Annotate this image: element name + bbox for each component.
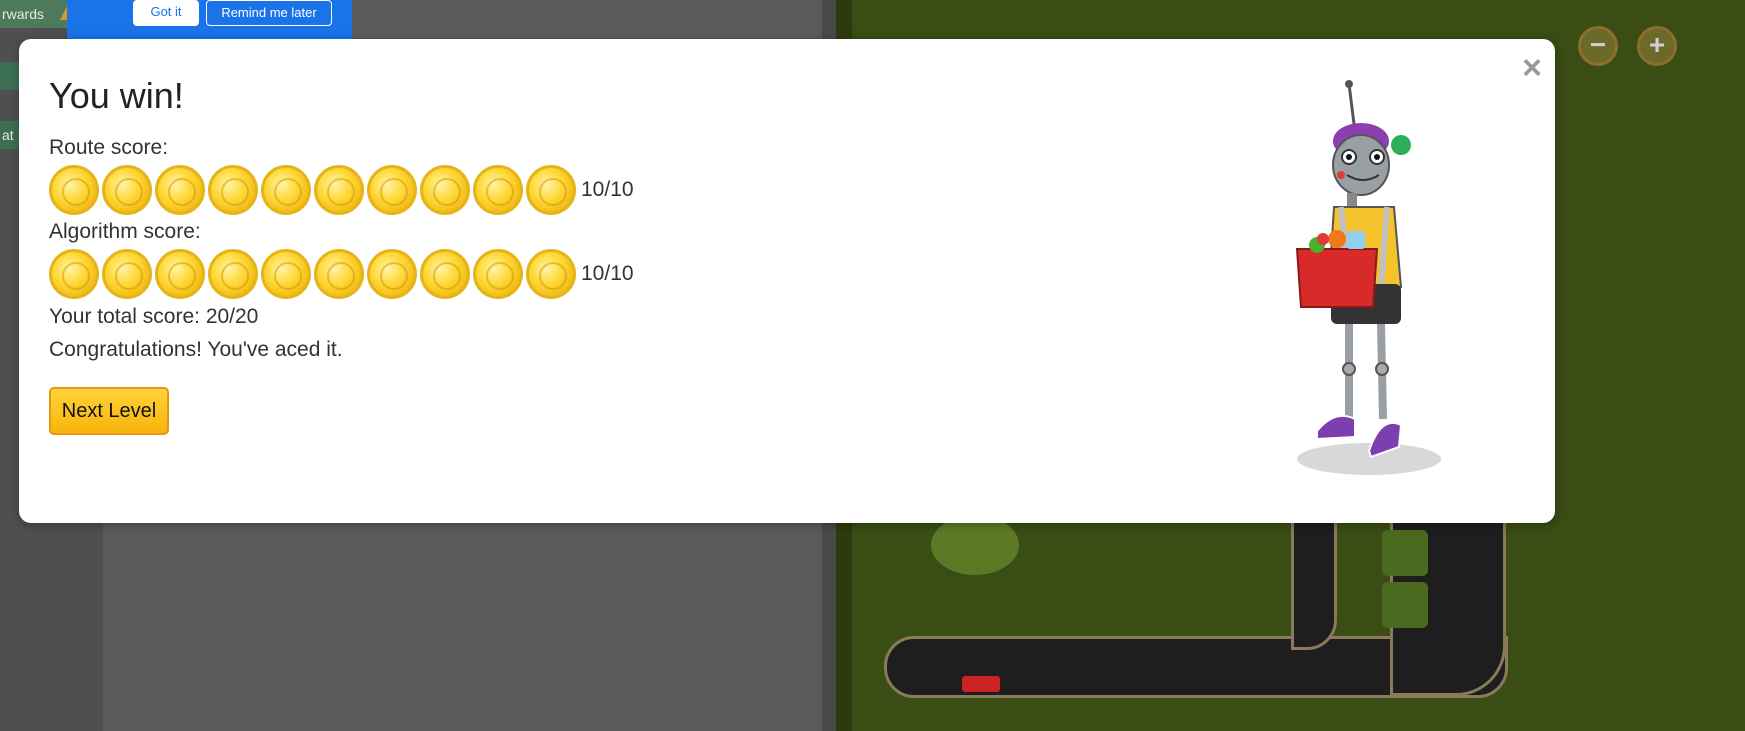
coin-icon <box>473 249 523 299</box>
got-it-button[interactable]: Got it <box>133 0 199 26</box>
congratulations-message: Congratulations! You've aced it. <box>49 338 343 361</box>
route-score-coins: 10/10 <box>49 164 634 216</box>
zoom-in-icon: + <box>1648 29 1666 60</box>
win-dialog: × You win! Route score: 10/10 Algorithm … <box>19 39 1555 523</box>
zoom-out-button[interactable]: − <box>1578 26 1618 66</box>
coin-icon <box>49 165 99 215</box>
route-score-label: Route score: <box>49 136 169 159</box>
coin-icon <box>261 165 311 215</box>
zoom-out-icon: − <box>1589 29 1607 60</box>
block-label: rwards <box>2 6 45 22</box>
route-score-value: 10/10 <box>581 178 634 201</box>
coin-icon <box>314 165 364 215</box>
next-level-button[interactable]: Next Level <box>49 387 169 435</box>
algorithm-score-label: Algorithm score: <box>49 220 201 243</box>
algorithm-score-value: 10/10 <box>581 262 634 285</box>
cookie-banner: Got it Remind me later <box>67 0 352 42</box>
coin-icon <box>102 165 152 215</box>
remind-me-later-button[interactable]: Remind me later <box>206 0 332 26</box>
total-score: Your total score: 20/20 <box>49 305 259 328</box>
close-icon[interactable]: × <box>1517 51 1547 85</box>
zoom-in-button[interactable]: + <box>1637 26 1677 66</box>
algorithm-score-coins: 10/10 <box>49 248 634 300</box>
tree <box>931 515 1019 575</box>
coin-icon <box>526 165 576 215</box>
coin-icon <box>526 249 576 299</box>
coin-icon <box>49 249 99 299</box>
coin-icon <box>208 249 258 299</box>
coin-icon <box>155 165 205 215</box>
coin-icon <box>420 249 470 299</box>
coin-icon <box>155 249 205 299</box>
coin-icon <box>420 165 470 215</box>
coin-icon <box>208 165 258 215</box>
coin-icon <box>367 165 417 215</box>
robot-illustration <box>1295 80 1441 475</box>
coin-icon <box>102 249 152 299</box>
delivery-van <box>962 676 1000 692</box>
block-label: at <box>2 127 14 143</box>
coin-icon <box>473 165 523 215</box>
hedge <box>1382 530 1428 576</box>
coin-icon <box>314 249 364 299</box>
coin-icon <box>261 249 311 299</box>
hedge <box>1382 582 1428 628</box>
coin-icon <box>367 249 417 299</box>
dialog-title: You win! <box>49 75 184 116</box>
